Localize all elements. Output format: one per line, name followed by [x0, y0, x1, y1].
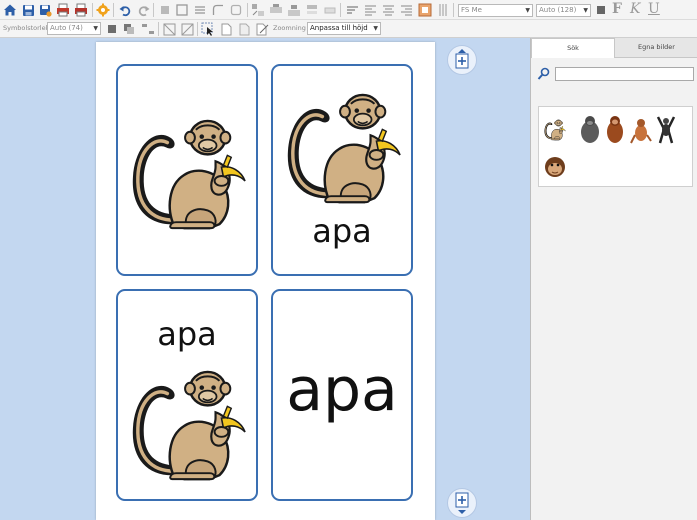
card-word-large: apa — [286, 355, 398, 425]
font-size-select[interactable]: Auto (128) ▼ — [536, 4, 591, 17]
redo-icon[interactable] — [135, 2, 151, 18]
grid-icon[interactable] — [435, 2, 451, 18]
rectangle-tool-icon[interactable] — [174, 2, 190, 18]
select-pointer-icon[interactable] — [200, 21, 216, 37]
search-icon — [537, 67, 551, 81]
align-right-icon[interactable] — [398, 2, 414, 18]
result-gibbon-icon[interactable] — [654, 115, 678, 145]
add-page-above-button[interactable] — [447, 45, 477, 75]
align-icon-3[interactable] — [286, 2, 302, 18]
page-edit-icon[interactable] — [254, 21, 270, 37]
search-input[interactable] — [555, 67, 694, 81]
crop-icon[interactable] — [179, 21, 195, 37]
result-orangutan-icon[interactable] — [603, 115, 627, 145]
settings-gear-icon[interactable] — [95, 2, 111, 18]
document-page: apa apa apa — [96, 42, 435, 520]
stop-icon[interactable] — [157, 2, 173, 18]
result-small-monkey-icon[interactable] — [629, 115, 653, 145]
text-wrap-icon[interactable] — [344, 2, 360, 18]
align-icon-1[interactable] — [250, 2, 266, 18]
rounded-corner-icon[interactable] — [210, 2, 226, 18]
monkey-symbol-icon — [131, 370, 247, 481]
align-left-icon[interactable] — [362, 2, 378, 18]
home-icon[interactable] — [2, 2, 18, 18]
symbol-size-select[interactable]: Auto (74) ▼ — [47, 22, 101, 35]
print-preview-icon[interactable] — [55, 2, 71, 18]
underline-button[interactable]: U — [648, 1, 660, 18]
symbol-size-label: Symbolstorlek — [3, 24, 50, 32]
add-page-icon — [455, 492, 469, 514]
add-page-below-button[interactable] — [447, 488, 477, 518]
add-page-icon — [455, 49, 469, 69]
align-center-icon[interactable] — [380, 2, 396, 18]
font-select[interactable]: FS Me ▼ — [458, 4, 533, 17]
result-gorilla-icon[interactable] — [578, 115, 602, 145]
result-chimp-face-icon[interactable] — [543, 152, 567, 182]
card-2[interactable]: apa — [271, 64, 413, 276]
card-1[interactable] — [116, 64, 258, 276]
align-icon-4[interactable] — [304, 2, 320, 18]
card-3[interactable]: apa — [116, 289, 258, 501]
resize-icon[interactable] — [161, 21, 177, 37]
italic-button[interactable]: K — [630, 1, 640, 18]
symbol-search-panel: Sök Egna bilder — [530, 38, 697, 520]
frame-icon[interactable] — [104, 21, 120, 37]
zoom-label: Zoomning — [273, 24, 306, 32]
align-icon-5[interactable] — [322, 2, 338, 18]
card-word: apa — [312, 212, 372, 250]
monkey-symbol-icon — [286, 93, 402, 204]
result-monkey-banana-icon[interactable] — [543, 115, 567, 145]
layers-icon[interactable] — [121, 21, 137, 37]
lines-tool-icon[interactable] — [192, 2, 208, 18]
align-icon-2[interactable] — [268, 2, 284, 18]
monkey-symbol-icon — [131, 119, 247, 230]
save-icon[interactable] — [20, 2, 36, 18]
bold-button[interactable]: F — [612, 1, 622, 18]
tab-own-images[interactable]: Egna bilder — [615, 38, 697, 58]
page-copy-icon[interactable] — [236, 21, 252, 37]
shape-corner-icon[interactable] — [228, 2, 244, 18]
undo-icon[interactable] — [117, 2, 133, 18]
save-as-icon[interactable] — [37, 2, 53, 18]
main-toolbar: FS Me ▼ Auto (128) ▼ F K U — [0, 0, 697, 20]
search-results — [538, 106, 693, 187]
text-color-icon[interactable] — [593, 2, 609, 18]
tab-search[interactable]: Sök — [531, 38, 615, 58]
secondary-toolbar: Symbolstorlek Auto (74) ▼ Zoomning Anpass… — [0, 20, 697, 38]
page-icon[interactable] — [218, 21, 234, 37]
zoom-select[interactable]: Anpassa till höjd ▼ — [307, 22, 381, 35]
card-word: apa — [157, 315, 217, 353]
color-fill-icon[interactable] — [417, 2, 433, 18]
print-icon[interactable] — [73, 2, 89, 18]
symbol-text-toggle-icon[interactable] — [140, 21, 156, 37]
card-4[interactable]: apa — [271, 289, 413, 501]
